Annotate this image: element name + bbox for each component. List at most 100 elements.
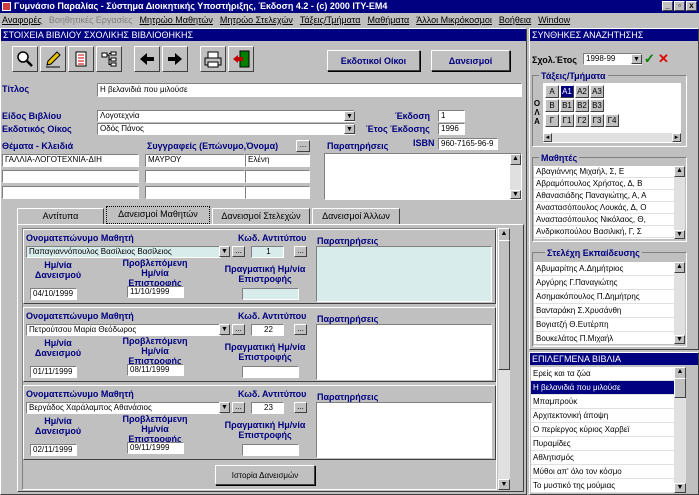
confirm-check-icon[interactable]: ✓ (644, 51, 655, 67)
selected-books-scrollbar[interactable]: ▲ ▼ (674, 367, 686, 493)
author-first-3[interactable] (245, 186, 310, 199)
year-field[interactable]: 1996 (438, 123, 465, 135)
scroll-thumb[interactable] (498, 240, 510, 370)
staff-item[interactable]: Αβυμαρίτης Α.Δημήτριος (534, 262, 674, 276)
topic-field-1[interactable]: ΓΑΛΛΙΑ-ΛΟΓΟΤΕΧΝΙΑ-ΔΙΗ (2, 154, 139, 167)
class-cell[interactable]: Β2 (575, 99, 589, 112)
book-type-dropdown[interactable]: ▼ (344, 111, 355, 121)
student-item[interactable]: Αναστασόπουλος Νικόλαος, Θ, (534, 214, 674, 226)
remarks-textarea[interactable] (324, 153, 522, 200)
loan-expected-field[interactable]: 11/10/1999 (127, 286, 184, 298)
next-record-button[interactable] (162, 46, 188, 72)
book-item[interactable]: Το μυστικό της μούμιας (531, 479, 674, 493)
menu-student-registry[interactable]: Μητρώο Μαθητών (140, 13, 213, 27)
edit-button[interactable] (40, 46, 66, 72)
loan-student-dropdown[interactable]: ▼ (219, 246, 230, 257)
school-year-dropdown[interactable]: ▼ (631, 54, 642, 64)
scroll-down-arrow-icon[interactable]: ▼ (498, 479, 510, 490)
scroll-thumb[interactable] (674, 378, 686, 398)
menu-help[interactable]: Βοήθεια (499, 13, 531, 27)
author-first-1[interactable]: Ελένη (245, 154, 310, 167)
staff-scrollbar[interactable]: ▲ ▼ (674, 262, 685, 344)
publishers-button[interactable]: Εκδοτικοί Οίκοι (327, 50, 420, 71)
book-item[interactable]: Μπαμπρούκ (531, 395, 674, 409)
class-cell[interactable]: Γ4 (605, 114, 619, 127)
topic-field-3[interactable] (2, 186, 139, 199)
loan-date-field[interactable]: 02/11/1999 (30, 444, 77, 456)
tab-student-loans[interactable]: Δανεισμοί Μαθητών (106, 206, 210, 224)
cancel-x-icon[interactable]: ✕ (658, 51, 669, 67)
loan-copy-more[interactable]: ... (294, 246, 307, 257)
loans-button[interactable]: Δανεισμοί (431, 50, 510, 71)
previous-record-button[interactable] (134, 46, 160, 72)
loan-actual-field[interactable] (242, 366, 299, 378)
class-cell[interactable]: Β3 (590, 99, 604, 112)
remarks-scrollbar[interactable]: ▲ ▼ (510, 154, 521, 199)
loan-student-more[interactable]: ... (232, 246, 245, 257)
author-first-2[interactable] (245, 170, 310, 183)
loan-student-field[interactable]: Πετρούτσου Μαρία Θεόδωρος (26, 324, 221, 336)
student-item[interactable]: Αναστασόπουλος Λουκάς, Δ, Ο (534, 202, 674, 214)
minimize-button[interactable]: _ (662, 1, 673, 11)
scroll-down-arrow-icon[interactable]: ▼ (674, 230, 685, 239)
loan-student-field[interactable]: Παπαγιαννόπουλος Βασίλειος Βασίλειος (26, 246, 221, 258)
class-cell[interactable]: Γ1 (560, 114, 574, 127)
publisher-select[interactable]: Οδός Πάνος (97, 123, 355, 135)
menu-courses[interactable]: Μαθήματα (368, 13, 410, 27)
class-cell[interactable]: Α (545, 85, 559, 98)
edition-field[interactable]: 1 (438, 110, 465, 122)
loan-student-more[interactable]: ... (232, 324, 245, 335)
book-type-select[interactable]: Λογοτεχνία (97, 110, 355, 122)
author-last-2[interactable] (145, 170, 245, 183)
staff-item[interactable]: Βογιατζή Θ.Ευτέρπη (534, 318, 674, 332)
scroll-right-arrow-icon[interactable]: ► (672, 133, 681, 142)
loan-copy-more[interactable]: ... (294, 402, 307, 413)
class-cell[interactable]: Β1 (560, 99, 574, 112)
students-scrollbar[interactable]: ▲ ▼ (674, 166, 685, 239)
book-item-selected[interactable]: Η βελανιδιά που μιλούσε (531, 381, 674, 395)
loan-student-field[interactable]: Βεργάδος Χαράλαμπος Αθανάσιος (26, 402, 221, 414)
print-button[interactable] (200, 46, 226, 72)
student-item[interactable]: Ανδρικοπούλου Βασιλική, Γ, Σ (534, 226, 674, 238)
loan-date-field[interactable]: 01/11/1999 (30, 366, 77, 378)
scroll-up-arrow-icon[interactable]: ▲ (674, 166, 685, 177)
topic-field-2[interactable] (2, 170, 139, 183)
student-item[interactable]: Αβαγιάννης Μιχαήλ, Σ, Ε (534, 166, 674, 178)
staff-item[interactable]: Βουκελάτος Π.Μιχαήλ (534, 332, 674, 346)
book-item[interactable]: Αθλητισμός (531, 451, 674, 465)
class-cell[interactable]: Α2 (575, 85, 589, 98)
tree-button[interactable] (96, 46, 122, 72)
title-field[interactable]: Η βελανιδιά που μιλούσε (97, 83, 522, 97)
menu-reports[interactable]: Αναφορές (2, 13, 42, 27)
staff-item[interactable]: Ασημακόπουλος Π.Δημήτρης (534, 290, 674, 304)
loan-date-field[interactable]: 04/10/1999 (30, 288, 77, 300)
menu-window[interactable]: Window (538, 13, 570, 27)
book-item[interactable]: Αρχιτεκτονική άποψη (531, 409, 674, 423)
scroll-down-arrow-icon[interactable]: ▼ (674, 483, 686, 493)
class-cell[interactable]: Γ3 (590, 114, 604, 127)
search-button[interactable] (12, 46, 38, 72)
loan-history-button[interactable]: Ιστορία Δανεισμών (215, 465, 315, 485)
author-last-1[interactable]: ΜΑΥΡΟΥ (145, 154, 245, 167)
scroll-down-arrow-icon[interactable]: ▼ (674, 335, 685, 344)
menu-classes[interactable]: Τάξεις/Τμήματα (300, 13, 361, 27)
class-cell-selected[interactable]: Α1 (560, 85, 574, 98)
scroll-down-arrow-icon[interactable]: ▼ (510, 190, 521, 199)
loan-remarks-field[interactable] (316, 324, 492, 380)
book-item[interactable]: Ο περίεργος κύριος Χαρβεϊ (531, 423, 674, 437)
authors-more-button[interactable]: ... (296, 140, 310, 152)
loan-student-dropdown[interactable]: ▼ (219, 402, 230, 413)
loan-expected-field[interactable]: 09/11/1999 (127, 442, 184, 454)
loan-copy-field[interactable]: 22 (251, 324, 284, 336)
loan-student-dropdown[interactable]: ▼ (219, 324, 230, 335)
author-last-3[interactable] (145, 186, 245, 199)
loan-copy-more[interactable]: ... (294, 324, 307, 335)
classes-hscrollbar[interactable]: ◄ ► (543, 133, 681, 142)
class-cell[interactable]: Γ2 (575, 114, 589, 127)
staff-item[interactable]: Αργύρης Γ.Παναγιώτης (534, 276, 674, 290)
maximize-button[interactable]: ▫ (674, 1, 685, 11)
menu-staff-registry[interactable]: Μητρώο Στελεχών (220, 13, 293, 27)
loan-remarks-field[interactable] (316, 246, 492, 302)
loan-copy-field[interactable]: 1 (251, 246, 284, 258)
loan-actual-field[interactable] (242, 288, 299, 300)
